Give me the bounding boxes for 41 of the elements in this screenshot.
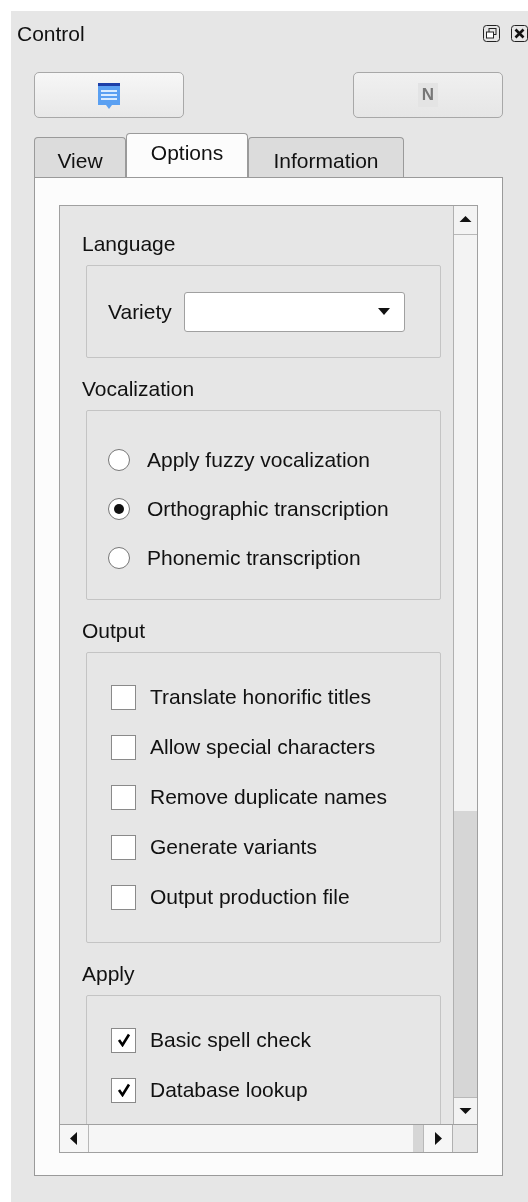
dropdown-caret-icon bbox=[377, 308, 390, 315]
option-label: Apply fuzzy vocalization bbox=[147, 447, 370, 472]
check-icon bbox=[116, 1083, 131, 1097]
tab[interactable]: View bbox=[34, 137, 126, 177]
variety-dropdown[interactable] bbox=[183, 291, 405, 332]
checkbox[interactable] bbox=[111, 684, 136, 710]
option-label: Phonemic transcription bbox=[147, 545, 361, 570]
list-button[interactable] bbox=[34, 72, 184, 118]
option-label: Orthographic transcription bbox=[147, 496, 389, 521]
tab[interactable]: Information bbox=[248, 137, 404, 177]
option-label: Generate variants bbox=[150, 835, 317, 859]
group-title: Vocalization bbox=[82, 376, 195, 402]
radio-button[interactable] bbox=[108, 448, 130, 471]
vertical-scrollbar[interactable] bbox=[453, 206, 477, 1124]
close-icon[interactable] bbox=[511, 25, 528, 42]
float-icon[interactable] bbox=[483, 25, 500, 42]
tab[interactable]: Options bbox=[126, 133, 248, 177]
check-icon bbox=[116, 1033, 131, 1047]
option-label: Database lookup bbox=[150, 1078, 308, 1102]
radio-button[interactable] bbox=[108, 546, 130, 569]
panel-title: Control bbox=[17, 21, 85, 46]
group-title: Output bbox=[82, 618, 146, 644]
group-title: Language bbox=[82, 231, 176, 257]
scrollbar-thumb[interactable] bbox=[413, 1125, 423, 1152]
checkbox[interactable] bbox=[111, 834, 136, 860]
checkbox[interactable] bbox=[111, 1077, 136, 1103]
checkbox[interactable] bbox=[111, 784, 136, 810]
option-label: Translate honorific titles bbox=[150, 685, 371, 709]
group-title: Apply bbox=[82, 961, 135, 987]
radio-button[interactable] bbox=[108, 497, 130, 520]
checkbox[interactable] bbox=[111, 734, 136, 760]
checkbox[interactable] bbox=[111, 884, 136, 910]
field-label: Variety bbox=[108, 299, 172, 324]
horizontal-scrollbar[interactable] bbox=[60, 1125, 452, 1152]
option-label: Allow special characters bbox=[150, 735, 376, 759]
option-label: Output production file bbox=[150, 885, 350, 909]
option-label: Remove duplicate names bbox=[150, 785, 387, 809]
option-label: Basic spell check bbox=[150, 1028, 312, 1052]
checkbox[interactable] bbox=[111, 1027, 136, 1053]
scrollbar-thumb[interactable] bbox=[454, 811, 477, 1097]
list-icon bbox=[97, 81, 121, 109]
